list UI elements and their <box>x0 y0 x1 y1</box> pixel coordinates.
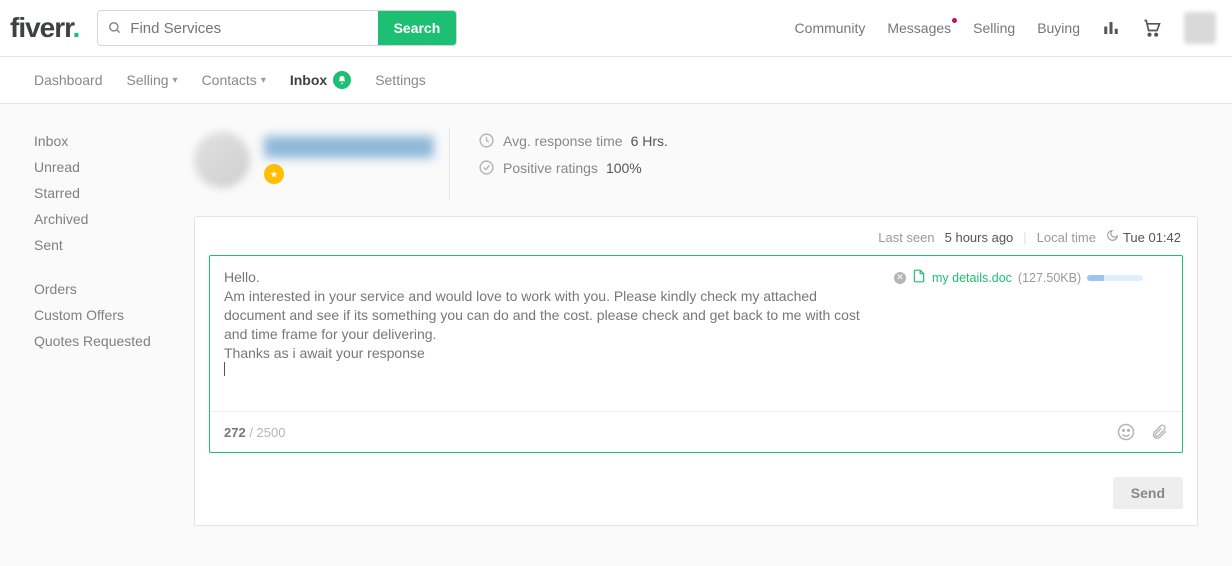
compose-body: Hello. Am interested in your service and… <box>210 256 1182 412</box>
sidebar-item-starred[interactable]: Starred <box>34 180 194 206</box>
nav-community[interactable]: Community <box>795 20 866 36</box>
last-seen-value: 5 hours ago <box>945 230 1014 245</box>
attachment-name[interactable]: my details.doc <box>932 271 1012 285</box>
moon-icon <box>1106 229 1119 245</box>
chevron-down-icon: ▾ <box>261 75 266 86</box>
sidebar-group-commerce: Orders Custom Offers Quotes Requested <box>34 276 194 354</box>
stat-value: 6 Hrs. <box>631 133 668 149</box>
search-button[interactable]: Search <box>378 11 457 45</box>
search-bar: Search <box>97 10 457 46</box>
stat-value: 100% <box>606 160 642 176</box>
analytics-icon[interactable] <box>1102 19 1120 37</box>
sidebar-item-quotes-requested[interactable]: Quotes Requested <box>34 328 194 354</box>
attachment-row: ✕ my details.doc (127.50KB) <box>894 268 1170 287</box>
notification-dot-icon <box>952 18 957 23</box>
seller-badge-icon: ★ <box>264 164 284 184</box>
attachment-size: (127.50KB) <box>1018 271 1081 285</box>
stat-label: Avg. response time <box>503 133 623 149</box>
local-time-value: Tue 01:42 <box>1123 230 1181 245</box>
nav-selling[interactable]: Selling <box>973 20 1015 36</box>
contact-avatar[interactable] <box>194 132 250 188</box>
logo[interactable]: fiverr. <box>10 12 79 44</box>
subnav-selling[interactable]: Selling ▾ <box>127 72 178 88</box>
bell-badge-icon <box>333 71 351 89</box>
search-input[interactable] <box>130 11 377 45</box>
subnav-inbox[interactable]: Inbox <box>290 71 351 89</box>
subnav-settings[interactable]: Settings <box>375 72 426 88</box>
attachment-area: ✕ my details.doc (127.50KB) <box>882 256 1182 411</box>
attach-button[interactable] <box>1150 422 1168 442</box>
divider: | <box>1023 230 1026 245</box>
chevron-down-icon: ▾ <box>173 75 178 86</box>
send-row: Send <box>195 463 1197 525</box>
cart-icon[interactable] <box>1142 18 1162 38</box>
compose-meta: Last seen 5 hours ago | Local time Tue 0… <box>195 217 1197 255</box>
search-icon <box>98 21 130 35</box>
message-textarea[interactable]: Hello. Am interested in your service and… <box>210 256 882 411</box>
content: ★ Avg. response time 6 Hrs. Positive rat… <box>194 128 1232 526</box>
sidebar-item-custom-offers[interactable]: Custom Offers <box>34 302 194 328</box>
sidebar-item-unread[interactable]: Unread <box>34 154 194 180</box>
remove-attachment-button[interactable]: ✕ <box>894 272 906 284</box>
stat-label: Positive ratings <box>503 160 598 176</box>
file-icon <box>912 268 926 287</box>
sub-nav: Dashboard Selling ▾ Contacts ▾ Inbox Set… <box>0 57 1232 104</box>
contact-header: ★ Avg. response time 6 Hrs. Positive rat… <box>194 128 1198 200</box>
sidebar-group-folders: Inbox Unread Starred Archived Sent <box>34 128 194 258</box>
sidebar-item-sent[interactable]: Sent <box>34 232 194 258</box>
subnav-dashboard[interactable]: Dashboard <box>34 72 103 88</box>
stat-response-time: Avg. response time 6 Hrs. <box>478 132 1198 149</box>
user-avatar[interactable] <box>1184 12 1216 44</box>
contact-name[interactable] <box>264 136 434 158</box>
nav-buying[interactable]: Buying <box>1037 20 1080 36</box>
stat-positive-ratings: Positive ratings 100% <box>478 159 1198 176</box>
clock-icon <box>478 132 495 149</box>
sidebar-item-archived[interactable]: Archived <box>34 206 194 232</box>
nav-messages[interactable]: Messages <box>887 20 951 36</box>
contact-stats: Avg. response time 6 Hrs. Positive ratin… <box>468 128 1198 200</box>
sidebar-item-inbox[interactable]: Inbox <box>34 128 194 154</box>
check-circle-icon <box>478 159 495 176</box>
top-header: fiverr. Search Community Messages Sellin… <box>0 0 1232 57</box>
compose-footer: 272 / 2500 <box>210 412 1182 452</box>
char-counter: 272 / 2500 <box>224 425 285 440</box>
subnav-contacts[interactable]: Contacts ▾ <box>202 72 266 88</box>
emoji-button[interactable] <box>1116 422 1136 442</box>
send-button[interactable]: Send <box>1113 477 1183 509</box>
compose-box: Hello. Am interested in your service and… <box>209 255 1183 453</box>
sidebar: Inbox Unread Starred Archived Sent Order… <box>34 128 194 526</box>
upload-progress-bar <box>1087 275 1143 281</box>
sidebar-item-orders[interactable]: Orders <box>34 276 194 302</box>
main: Inbox Unread Starred Archived Sent Order… <box>0 104 1232 566</box>
last-seen-label: Last seen <box>878 230 934 245</box>
local-time-label: Local time <box>1037 230 1096 245</box>
contact-identity: ★ <box>194 128 450 200</box>
compose-panel: Last seen 5 hours ago | Local time Tue 0… <box>194 216 1198 526</box>
header-right: Community Messages Selling Buying <box>795 12 1216 44</box>
